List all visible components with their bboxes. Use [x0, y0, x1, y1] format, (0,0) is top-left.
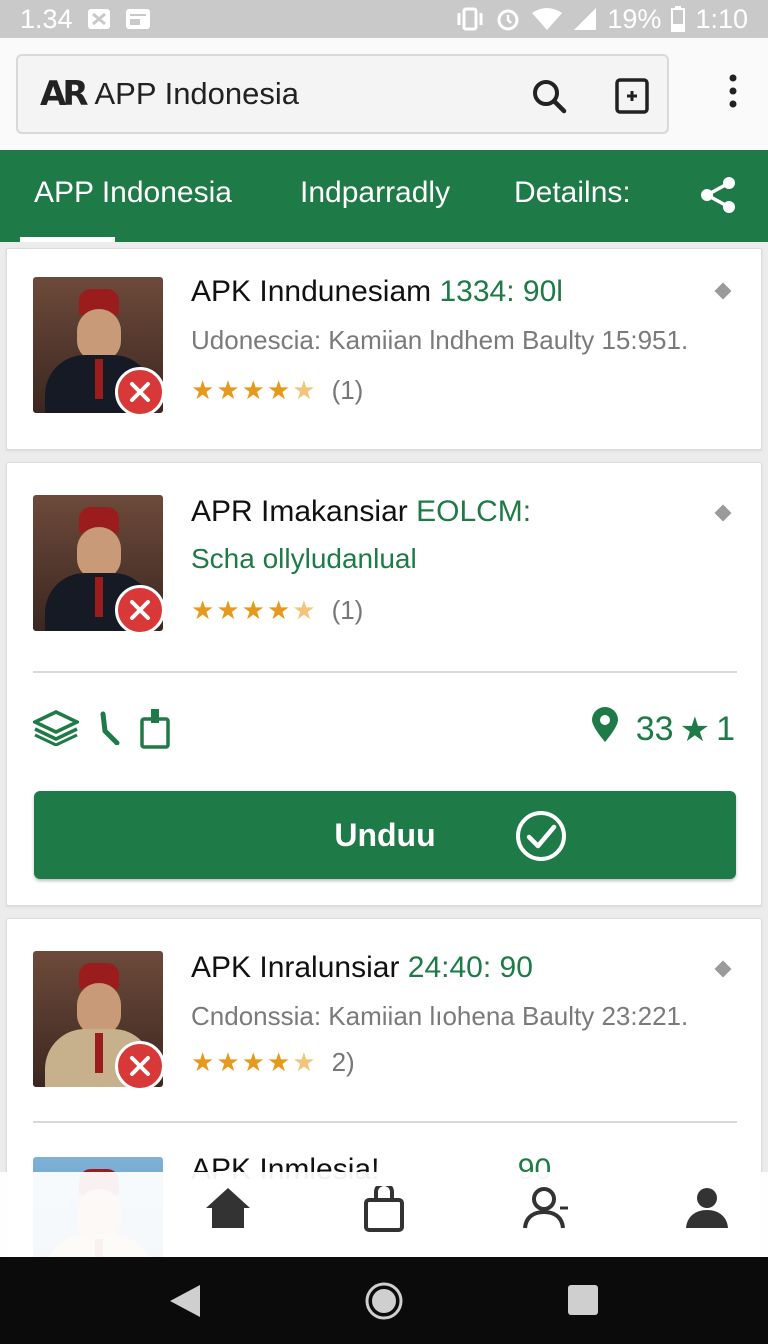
star-icon: ★: [191, 1047, 215, 1077]
download-button[interactable]: Unduu: [34, 791, 736, 879]
share-icon[interactable]: [700, 176, 736, 219]
star-icon: ★: [266, 595, 291, 625]
more-vert-icon[interactable]: [728, 74, 738, 113]
photo-notification-icon: [87, 8, 111, 30]
star-icon: ★: [191, 375, 215, 405]
stats-rating: 1: [716, 710, 735, 748]
star-half-icon: ★: [292, 1047, 316, 1077]
search-icon[interactable]: [531, 78, 567, 119]
star-rating-icon: ★: [679, 710, 711, 749]
phone-icon[interactable]: [97, 711, 121, 750]
app-title-text: APR Imakansiar: [191, 495, 408, 528]
app-subtitle: Scha ollyludanlual: [191, 543, 417, 574]
add-box-icon[interactable]: [615, 78, 649, 119]
system-navigation: [0, 1257, 768, 1344]
active-tab-indicator: [20, 237, 115, 242]
remove-badge-icon[interactable]: [115, 1041, 165, 1091]
star-icon: ★: [216, 375, 240, 405]
app-stats: 33 ★ 1: [590, 707, 735, 752]
calendar-notification-icon: [125, 8, 151, 30]
app-subtitle: Udonescia: Kamiian lndhem Baulty 15:951.: [191, 325, 689, 355]
rating-count: 2): [331, 1047, 355, 1077]
star-half-icon: ★: [292, 595, 316, 625]
divider: [33, 671, 737, 673]
wifi-icon: [531, 7, 563, 31]
star-icon: ★: [241, 1047, 265, 1077]
home-icon[interactable]: [204, 1186, 252, 1235]
star-icon: ★: [216, 595, 240, 625]
tab-bar: APP Indonesia Indparradly Detailns:: [0, 150, 768, 242]
app-header: AR APP Indonesia: [0, 38, 768, 150]
star-icon: ★: [241, 375, 265, 405]
search-title: APP Indonesia: [94, 76, 300, 111]
tab-indparradly[interactable]: Indparradly: [300, 176, 450, 210]
bottom-navigation: [0, 1172, 768, 1257]
status-time-left: 1.34: [20, 3, 73, 34]
tab-app-indonesia[interactable]: APP Indonesia: [34, 176, 232, 210]
vibrate-icon: [455, 7, 485, 31]
home-circle-icon[interactable]: [364, 1281, 404, 1326]
star-icon: ★: [216, 1047, 240, 1077]
menu-diamond-icon[interactable]: [714, 504, 732, 522]
star-half-icon: ★: [292, 375, 316, 405]
app-title-text: APK Inralunsiar: [191, 951, 400, 984]
signal-icon: [573, 7, 597, 31]
profile-icon[interactable]: [684, 1186, 730, 1235]
remove-badge-icon[interactable]: [115, 367, 165, 417]
app-title-meta: EOLCM:: [416, 495, 532, 528]
action-icons: [30, 707, 171, 754]
remove-badge-icon[interactable]: [115, 585, 165, 635]
battery-percent: 19%: [607, 3, 662, 34]
app-rating: ★ ★ ★ ★ ★ 2): [191, 1047, 355, 1078]
menu-diamond-icon[interactable]: [714, 282, 732, 300]
status-clock: 1:10: [695, 3, 748, 34]
shopping-bag-icon[interactable]: [362, 1182, 406, 1237]
star-icon: ★: [191, 595, 215, 625]
app-title-meta: 24:40: 90: [407, 951, 533, 984]
app-title-text: APK Inndunesiam: [191, 275, 432, 308]
package-icon[interactable]: [139, 707, 171, 754]
menu-diamond-icon[interactable]: [714, 960, 732, 978]
alarm-icon: [495, 6, 521, 32]
search-bar[interactable]: AR APP Indonesia: [16, 54, 669, 134]
app-title: APK Inndunesiam 1334: 90l: [191, 275, 563, 309]
check-circle-icon: [514, 809, 568, 871]
app-card-expanded[interactable]: APR Imakansiar EOLCM: Scha ollyludanlual…: [6, 462, 762, 906]
recents-icon[interactable]: [566, 1283, 600, 1322]
app-logo: AR: [40, 74, 88, 114]
battery-icon: [671, 6, 686, 32]
download-label: Unduu: [334, 816, 436, 853]
star-icon: ★: [266, 375, 291, 405]
location-pin-icon: [590, 707, 620, 752]
app-rating: ★ ★ ★ ★ ★ (1): [191, 375, 363, 406]
app-subtitle: Cndonssia: Kamiian lıohena Baulty 23:221…: [191, 1001, 689, 1031]
app-title: APK Inralunsiar 24:40: 90: [191, 951, 533, 985]
app-title-meta: 1334: 90l: [439, 275, 563, 308]
user-switch-icon[interactable]: [522, 1186, 570, 1235]
layers-icon[interactable]: [30, 710, 82, 751]
star-icon: ★: [241, 595, 265, 625]
status-bar: 1.34 19% 1:10: [0, 0, 768, 38]
app-title: APR Imakansiar EOLCM:: [191, 495, 531, 529]
back-icon[interactable]: [168, 1283, 202, 1324]
divider: [33, 1121, 737, 1123]
stats-value: 33: [635, 710, 674, 748]
star-icon: ★: [266, 1047, 291, 1077]
app-card[interactable]: APK Inndunesiam 1334: 90l Udonescia: Kam…: [6, 248, 762, 450]
tab-details[interactable]: Detailns:: [514, 176, 631, 210]
rating-count: (1): [331, 375, 364, 405]
rating-count: (1): [331, 595, 364, 625]
app-rating: ★ ★ ★ ★ ★ (1): [191, 595, 363, 626]
